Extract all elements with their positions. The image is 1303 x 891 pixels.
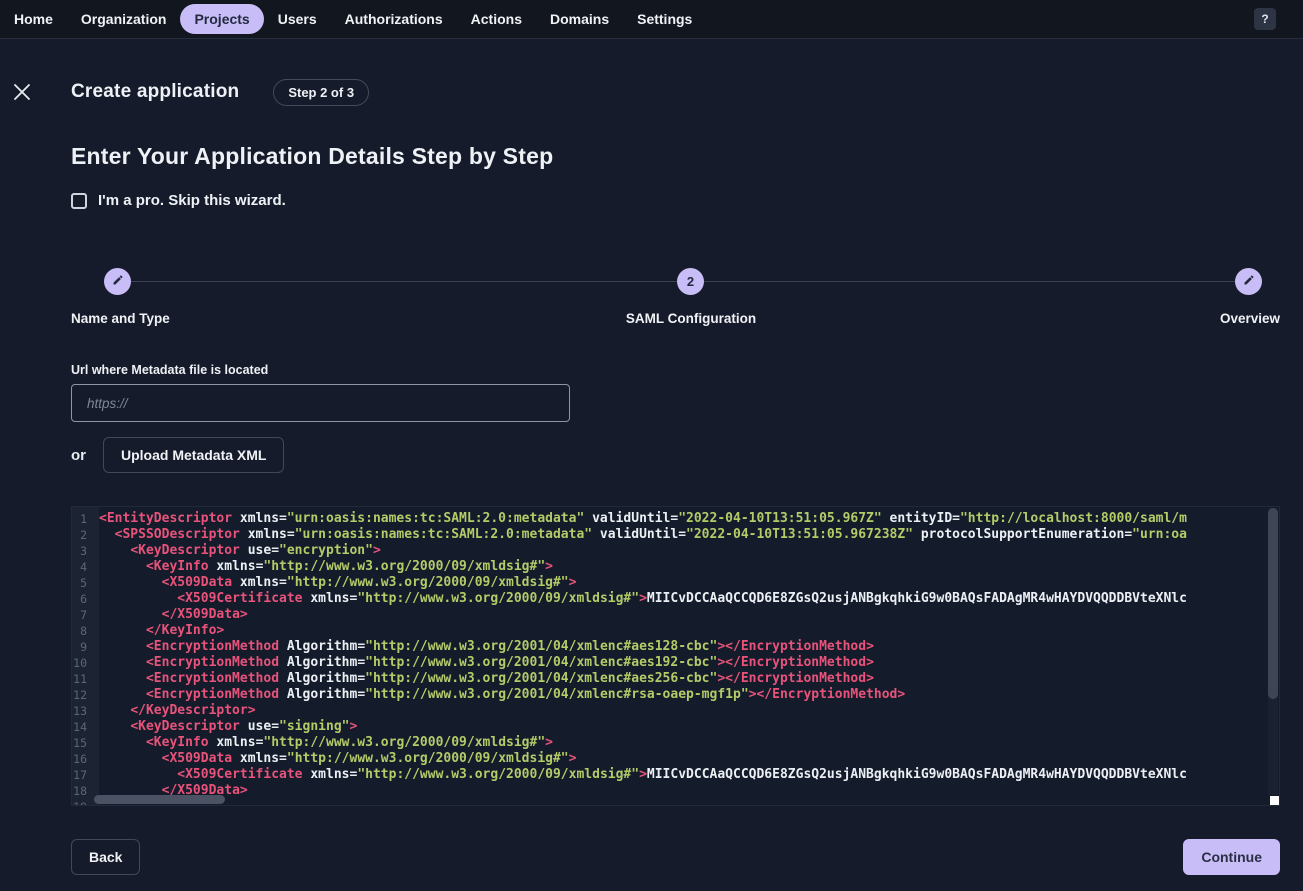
code-line: 12 <EncryptionMethod Algorithm="http://w… (72, 687, 1279, 703)
horizontal-scrollbar-thumb[interactable] (94, 795, 225, 804)
line-number: 13 (72, 703, 93, 719)
code-line: 2 <SPSSODescriptor xmlns="urn:oasis:name… (72, 527, 1279, 543)
nav-item-domains[interactable]: Domains (536, 4, 623, 34)
code-line: 17 <X509Certificate xmlns="http://www.w3… (72, 767, 1279, 783)
code-line: 9 <EncryptionMethod Algorithm="http://ww… (72, 639, 1279, 655)
step-1-label: Name and Type (71, 311, 170, 326)
line-number: 9 (72, 639, 93, 655)
code-text: <EncryptionMethod Algorithm="http://www.… (93, 687, 905, 703)
step-2-circle[interactable]: 2 (677, 268, 704, 295)
code-text: <EncryptionMethod Algorithm="http://www.… (93, 655, 874, 671)
nav-item-authorizations[interactable]: Authorizations (331, 4, 457, 34)
code-text: </KeyInfo> (93, 623, 224, 639)
step-2-label: SAML Configuration (541, 311, 841, 326)
code-line: 15 <KeyInfo xmlns="http://www.w3.org/200… (72, 735, 1279, 751)
line-number: 7 (72, 607, 93, 623)
line-number: 14 (72, 719, 93, 735)
line-number: 1 (72, 511, 93, 527)
metadata-url-input[interactable] (71, 384, 570, 422)
code-line: 13 </KeyDescriptor> (72, 703, 1279, 719)
line-number: 15 (72, 735, 93, 751)
wizard-footer: Back Continue (71, 839, 1280, 875)
upload-metadata-button[interactable]: Upload Metadata XML (103, 437, 284, 473)
pencil-icon (1243, 274, 1255, 289)
code-line: 6 <X509Certificate xmlns="http://www.w3.… (72, 591, 1279, 607)
line-number: 2 (72, 527, 93, 543)
step-badge: Step 2 of 3 (273, 79, 369, 106)
code-text: <X509Data xmlns="http://www.w3.org/2000/… (93, 751, 576, 767)
code-text: <X509Certificate xmlns="http://www.w3.or… (93, 591, 1187, 607)
code-text: <EntityDescriptor xmlns="urn:oasis:names… (93, 511, 1187, 527)
wizard-stepper: 2 Name and Type SAML Configuration Overv… (71, 268, 1280, 326)
skip-wizard-checkbox[interactable] (71, 193, 87, 209)
step-3-label: Overview (1220, 311, 1280, 326)
pencil-icon (112, 274, 124, 289)
code-text: <SPSSODescriptor xmlns="urn:oasis:names:… (93, 527, 1187, 543)
nav-item-users[interactable]: Users (264, 4, 331, 34)
nav-item-projects[interactable]: Projects (180, 4, 263, 34)
wizard-heading: Enter Your Application Details Step by S… (71, 143, 1280, 170)
step-1-circle[interactable] (104, 268, 131, 295)
code-text: <EncryptionMethod Algorithm="http://www.… (93, 639, 874, 655)
line-number: 10 (72, 655, 93, 671)
line-number: 17 (72, 767, 93, 783)
line-number: 11 (72, 671, 93, 687)
skip-wizard-label: I'm a pro. Skip this wizard. (98, 192, 286, 209)
code-line: 11 <EncryptionMethod Algorithm="http://w… (72, 671, 1279, 687)
code-text: </X509Data> (93, 607, 248, 623)
line-number: 12 (72, 687, 93, 703)
metadata-xml-editor[interactable]: 1<EntityDescriptor xmlns="urn:oasis:name… (71, 506, 1280, 806)
code-line: 1<EntityDescriptor xmlns="urn:oasis:name… (72, 511, 1279, 527)
vertical-scrollbar-thumb[interactable] (1268, 508, 1278, 699)
line-number: 4 (72, 559, 93, 575)
line-number: 5 (72, 575, 93, 591)
code-text: <X509Data xmlns="http://www.w3.org/2000/… (93, 575, 576, 591)
code-lines: 1<EntityDescriptor xmlns="urn:oasis:name… (72, 507, 1279, 806)
wizard-header: Create application Step 2 of 3 (12, 78, 1280, 106)
code-line: 19 (72, 799, 1279, 806)
line-number: 6 (72, 591, 93, 607)
metadata-url-label: Url where Metadata file is located (71, 363, 1280, 377)
code-line: 16 <X509Data xmlns="http://www.w3.org/20… (72, 751, 1279, 767)
page-title: Create application (71, 81, 239, 103)
code-text: <X509Certificate xmlns="http://www.w3.or… (93, 767, 1187, 783)
or-upload-row: or Upload Metadata XML (71, 437, 1280, 473)
code-line: 7 </X509Data> (72, 607, 1279, 623)
top-navigation: Home Organization Projects Users Authori… (0, 0, 1303, 39)
code-text: </KeyDescriptor> (93, 703, 256, 719)
code-line: 18 </X509Data> (72, 783, 1279, 799)
code-line: 4 <KeyInfo xmlns="http://www.w3.org/2000… (72, 559, 1279, 575)
line-number: 3 (72, 543, 93, 559)
code-text: <EncryptionMethod Algorithm="http://www.… (93, 671, 874, 687)
back-button[interactable]: Back (71, 839, 140, 875)
code-text: <KeyInfo xmlns="http://www.w3.org/2000/0… (93, 559, 553, 575)
nav-item-organization[interactable]: Organization (67, 4, 181, 34)
help-button[interactable]: ? (1254, 8, 1276, 30)
code-text: <KeyInfo xmlns="http://www.w3.org/2000/0… (93, 735, 553, 751)
line-number: 16 (72, 751, 93, 767)
code-line: 14 <KeyDescriptor use="signing"> (72, 719, 1279, 735)
step-2-number: 2 (687, 274, 694, 289)
line-number: 8 (72, 623, 93, 639)
code-line: 3 <KeyDescriptor use="encryption"> (72, 543, 1279, 559)
editor-resize-handle[interactable] (1270, 796, 1279, 805)
nav-item-settings[interactable]: Settings (623, 4, 706, 34)
step-3-circle[interactable] (1235, 268, 1262, 295)
code-text: <KeyDescriptor use="encryption"> (93, 543, 381, 559)
code-text: <KeyDescriptor use="signing"> (93, 719, 357, 735)
line-number: 18 (72, 783, 93, 799)
nav-item-home[interactable]: Home (0, 4, 67, 34)
main-content: Create application Step 2 of 3 Enter You… (0, 78, 1303, 875)
code-line: 5 <X509Data xmlns="http://www.w3.org/200… (72, 575, 1279, 591)
close-icon[interactable] (12, 83, 31, 102)
or-label: or (71, 447, 86, 464)
continue-button[interactable]: Continue (1183, 839, 1280, 875)
line-number: 19 (72, 799, 93, 806)
code-line: 8 </KeyInfo> (72, 623, 1279, 639)
nav-item-actions[interactable]: Actions (457, 4, 536, 34)
code-line: 10 <EncryptionMethod Algorithm="http://w… (72, 655, 1279, 671)
skip-wizard-option[interactable]: I'm a pro. Skip this wizard. (71, 192, 1280, 209)
